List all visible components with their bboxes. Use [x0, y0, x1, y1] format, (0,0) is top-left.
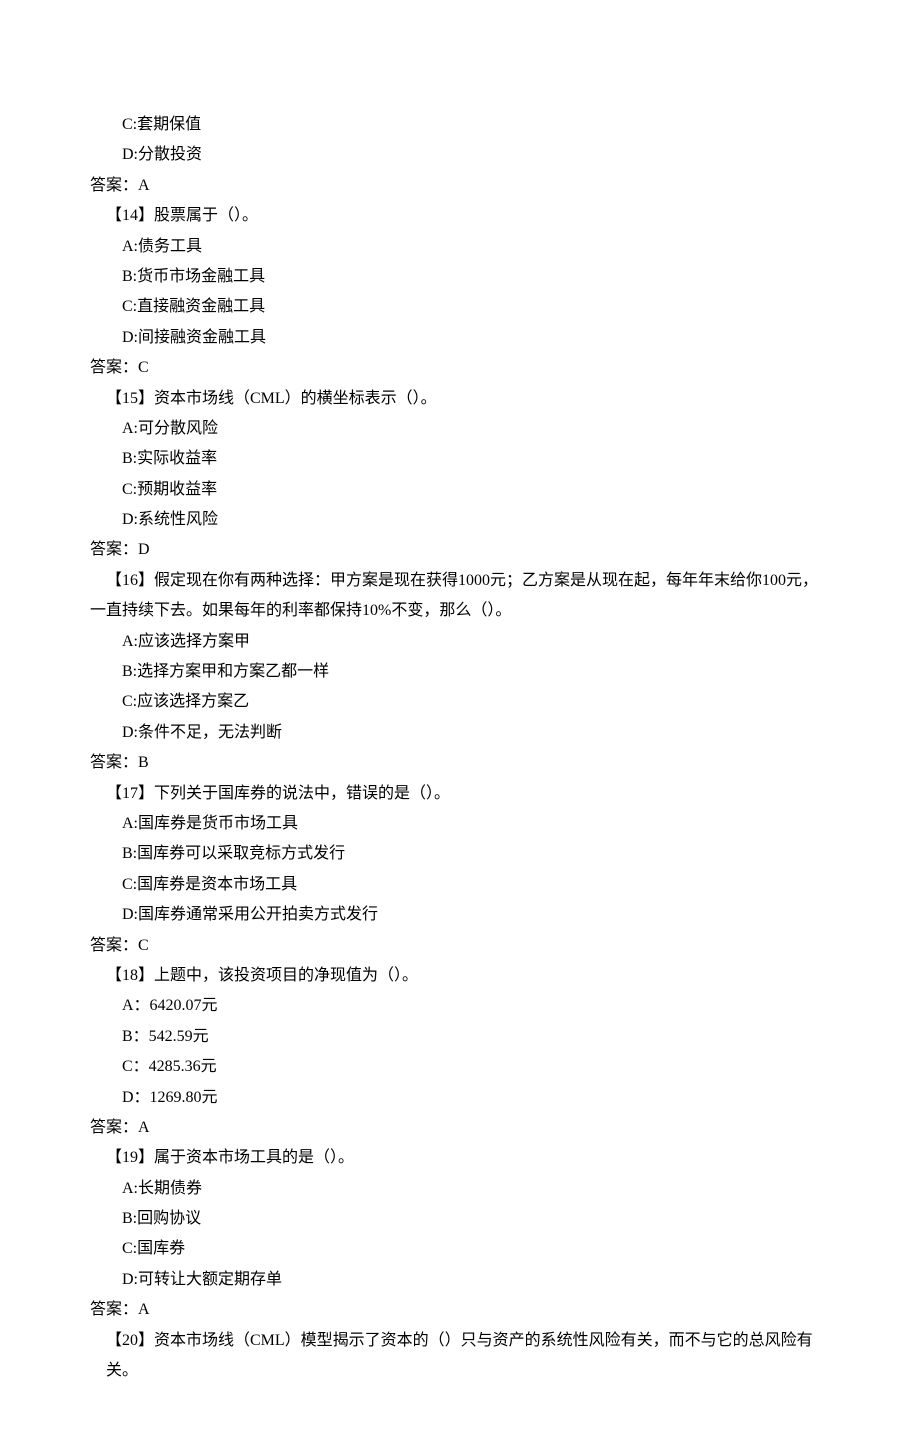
question-text: 【14】股票属于（）。 — [90, 201, 830, 231]
answer-text: 答案：C — [90, 931, 830, 961]
question-text: 【16】假定现在你有两种选择：甲方案是现在获得1000元；乙方案是从现在起，每年… — [90, 566, 830, 596]
option-text: A:应该选择方案甲 — [90, 627, 830, 657]
option-text: A：6420.07元 — [90, 991, 830, 1021]
option-text: D:国库券通常采用公开拍卖方式发行 — [90, 900, 830, 930]
answer-text: 答案：C — [90, 353, 830, 383]
option-text: C:应该选择方案乙 — [90, 687, 830, 717]
option-text: D:间接融资金融工具 — [90, 323, 830, 353]
option-text: A:债务工具 — [90, 232, 830, 262]
option-text: B:回购协议 — [90, 1204, 830, 1234]
question-text-continued: 一直持续下去。如果每年的利率都保持10%不变，那么（）。 — [90, 596, 830, 626]
option-text: B:货币市场金融工具 — [90, 262, 830, 292]
option-text: D:条件不足，无法判断 — [90, 718, 830, 748]
option-text: D:系统性风险 — [90, 505, 830, 535]
answer-text: 答案：D — [90, 535, 830, 565]
option-text: D：1269.80元 — [90, 1083, 830, 1113]
question-text: 【19】属于资本市场工具的是（）。 — [90, 1143, 830, 1173]
option-text: B：542.59元 — [90, 1022, 830, 1052]
option-text: C：4285.36元 — [90, 1052, 830, 1082]
option-text: A:长期债券 — [90, 1174, 830, 1204]
option-text: B:选择方案甲和方案乙都一样 — [90, 657, 830, 687]
question-text: 【20】资本市场线（CML）模型揭示了资本的（）只与资产的系统性风险有关，而不与… — [90, 1326, 830, 1387]
option-text: C:直接融资金融工具 — [90, 292, 830, 322]
answer-text: 答案：A — [90, 171, 830, 201]
question-text: 【15】资本市场线（CML）的横坐标表示（）。 — [90, 384, 830, 414]
answer-text: 答案：A — [90, 1295, 830, 1325]
document-page: C:套期保值 D:分散投资 答案：A 【14】股票属于（）。 A:债务工具 B:… — [0, 0, 920, 1446]
option-text: C:套期保值 — [90, 110, 830, 140]
question-text: 【18】上题中，该投资项目的净现值为（）。 — [90, 961, 830, 991]
option-text: D:可转让大额定期存单 — [90, 1265, 830, 1295]
option-text: A:国库券是货币市场工具 — [90, 809, 830, 839]
option-text: C:预期收益率 — [90, 475, 830, 505]
option-text: C:国库券是资本市场工具 — [90, 870, 830, 900]
answer-text: 答案：B — [90, 748, 830, 778]
option-text: A:可分散风险 — [90, 414, 830, 444]
option-text: B:国库券可以采取竞标方式发行 — [90, 839, 830, 869]
option-text: B:实际收益率 — [90, 444, 830, 474]
option-text: C:国库券 — [90, 1234, 830, 1264]
question-text: 【17】下列关于国库券的说法中，错误的是（）。 — [90, 779, 830, 809]
answer-text: 答案：A — [90, 1113, 830, 1143]
option-text: D:分散投资 — [90, 140, 830, 170]
